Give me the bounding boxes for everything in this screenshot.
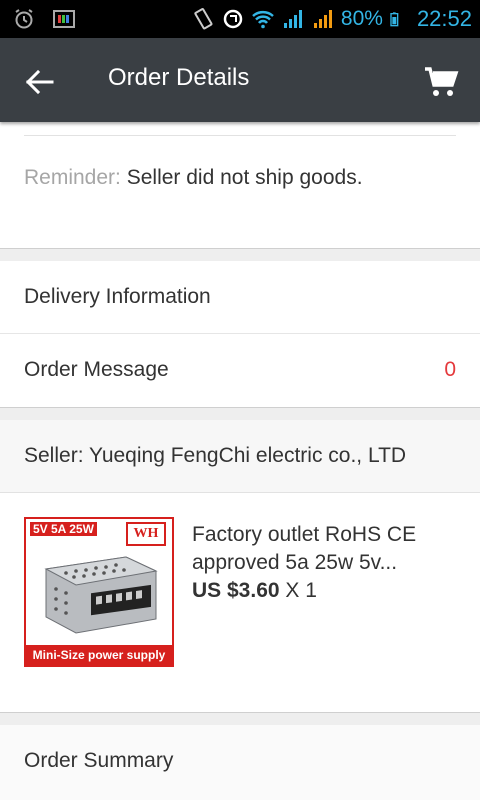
thumbnail-spec-text: 5V 5A 25W	[30, 522, 97, 536]
section-gap	[0, 713, 480, 725]
wifi-icon	[252, 11, 274, 29]
image-icon	[53, 10, 75, 28]
product-thumbnail[interactable]: 5V 5A 25W WH Mini-Size power supply	[24, 517, 174, 667]
reminder-message: Seller did not ship goods.	[126, 166, 363, 189]
cart-icon[interactable]	[420, 62, 460, 102]
status-bar: 80% 22:52	[0, 0, 480, 38]
vibrate-icon	[194, 8, 213, 30]
product-title[interactable]: Factory outlet RoHS CE approved 5a 25w 5…	[192, 521, 462, 577]
signal-icon	[313, 10, 332, 28]
page-title: Order Details	[108, 64, 250, 91]
seller-name: Seller: Yueqing FengChi electric co., LT…	[24, 444, 407, 467]
reminder-label: Reminder:	[24, 166, 121, 189]
delivery-information-row[interactable]: Delivery Information	[0, 261, 480, 334]
product-item[interactable]: 5V 5A 25W WH Mini-Size power supply Fact…	[0, 493, 480, 712]
section-gap	[0, 249, 480, 261]
power-supply-image	[44, 556, 158, 634]
battery-percentage: 80%	[340, 7, 383, 30]
seller-row[interactable]: Seller: Yueqing FengChi electric co., LT…	[0, 420, 480, 493]
app-bar: Order Details	[0, 38, 480, 122]
product-price-line: US $3.60 X 1	[192, 579, 317, 603]
clock: 22:52	[416, 6, 472, 31]
status-right-icons: 80% 22:52	[191, 4, 472, 34]
status-left-icons	[12, 7, 76, 31]
order-summary-row[interactable]: Order Summary	[0, 725, 480, 800]
order-message-label: Order Message	[24, 358, 169, 381]
delivery-information-label: Delivery Information	[24, 285, 211, 308]
alarm-icon	[15, 9, 33, 29]
section-gap	[0, 408, 480, 420]
divider	[24, 135, 456, 136]
order-summary-label: Order Summary	[24, 749, 174, 772]
reminder-text: Reminder: Seller did not ship goods.	[24, 166, 363, 190]
thumbnail-caption: Mini-Size power supply	[26, 645, 172, 665]
thumbnail-logo: WH	[126, 522, 166, 546]
battery-icon	[390, 12, 399, 27]
signal-icon	[283, 10, 302, 28]
sync-icon	[223, 9, 243, 29]
arrow-back-icon[interactable]	[20, 62, 60, 102]
reminder-card: Reminder: Seller did not ship goods.	[0, 122, 480, 249]
order-message-row[interactable]: Order Message 0	[0, 334, 480, 407]
product-quantity: X 1	[285, 579, 317, 602]
info-card: Delivery Information Order Message 0	[0, 261, 480, 408]
seller-card: Seller: Yueqing FengChi electric co., LT…	[0, 420, 480, 713]
product-price: US $3.60	[192, 579, 280, 602]
order-details-content: Reminder: Seller did not ship goods. Del…	[0, 122, 480, 800]
order-message-count: 0	[444, 358, 456, 381]
